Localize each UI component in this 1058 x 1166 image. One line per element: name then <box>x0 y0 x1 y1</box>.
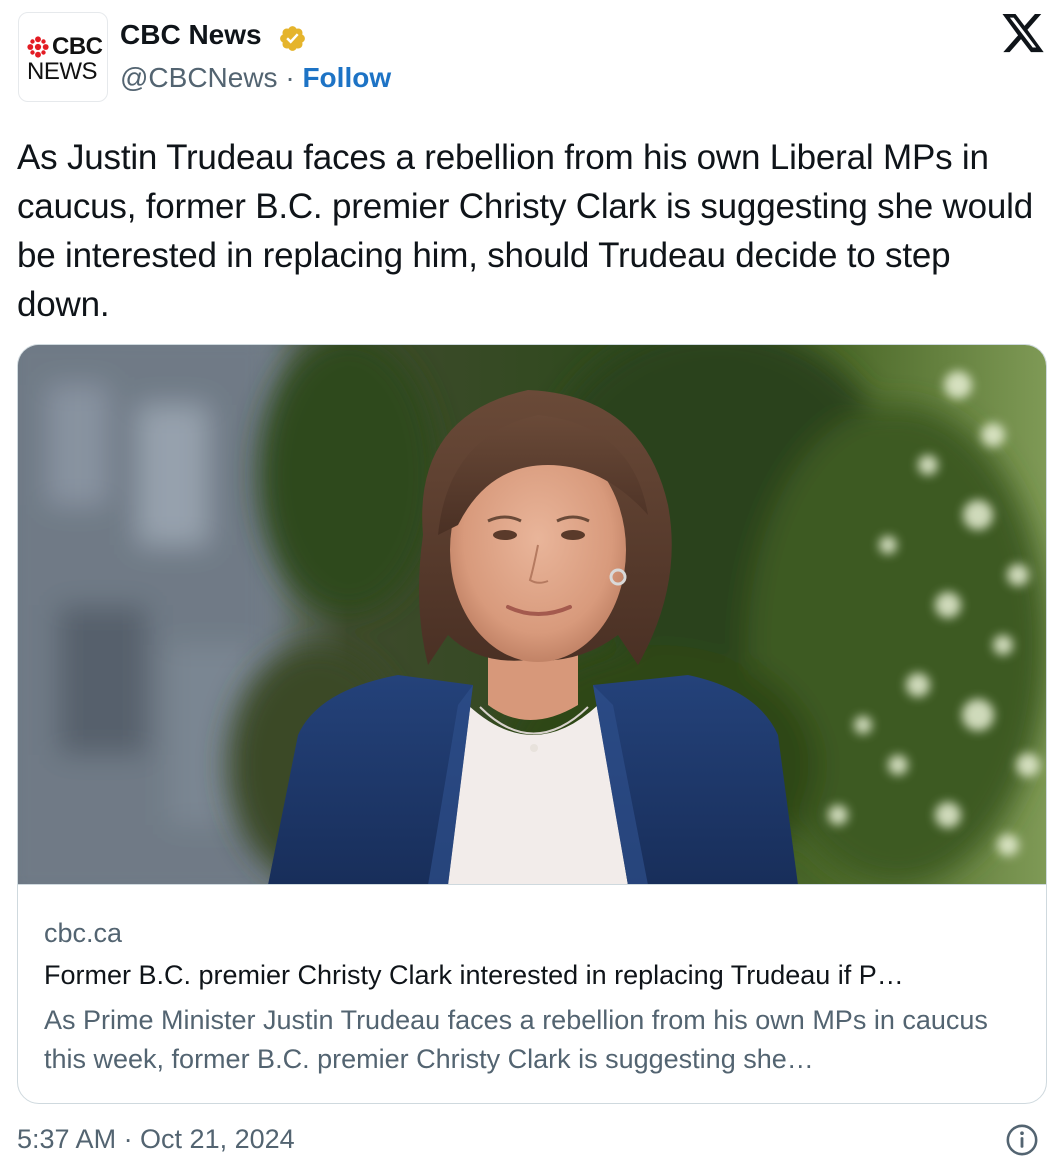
article-photo[interactable] <box>18 345 1046 885</box>
card-title[interactable]: Former B.C. premier Christy Clark intere… <box>44 958 1024 992</box>
tweet-text: As Justin Trudeau faces a rebellion from… <box>17 138 1033 324</box>
x-logo-icon[interactable] <box>1000 14 1046 56</box>
card-domain: cbc.ca <box>44 918 123 948</box>
handle-separator: · <box>277 62 303 93</box>
avatar-news-text: NEWS <box>27 58 98 85</box>
tweet-timestamp[interactable]: 5:37 AM · Oct 21, 2024 <box>17 1122 295 1156</box>
card-description: As Prime Minister Justin Trudeau faces a… <box>44 1005 988 1074</box>
avatar-logo-row: CBC <box>27 35 103 59</box>
author-handle[interactable]: @CBCNews <box>120 62 278 93</box>
author-name[interactable]: CBC News <box>120 17 262 53</box>
embedded-tweet: CBC NEWS CBC News @CBCNews · Follow As J… <box>0 0 1058 1166</box>
follow-button[interactable]: Follow <box>302 62 391 93</box>
verified-badge-icon <box>280 26 305 51</box>
info-icon[interactable] <box>1005 1123 1039 1157</box>
article-photo-illustration <box>18 345 1046 884</box>
avatar-cbc-text: CBC <box>52 33 103 60</box>
handle-row: @CBCNews · Follow <box>120 60 391 96</box>
avatar[interactable]: CBC NEWS <box>18 12 108 102</box>
cbc-gem-icon <box>27 36 49 58</box>
link-card[interactable]: cbc.ca Former B.C. premier Christy Clark… <box>17 344 1047 1104</box>
